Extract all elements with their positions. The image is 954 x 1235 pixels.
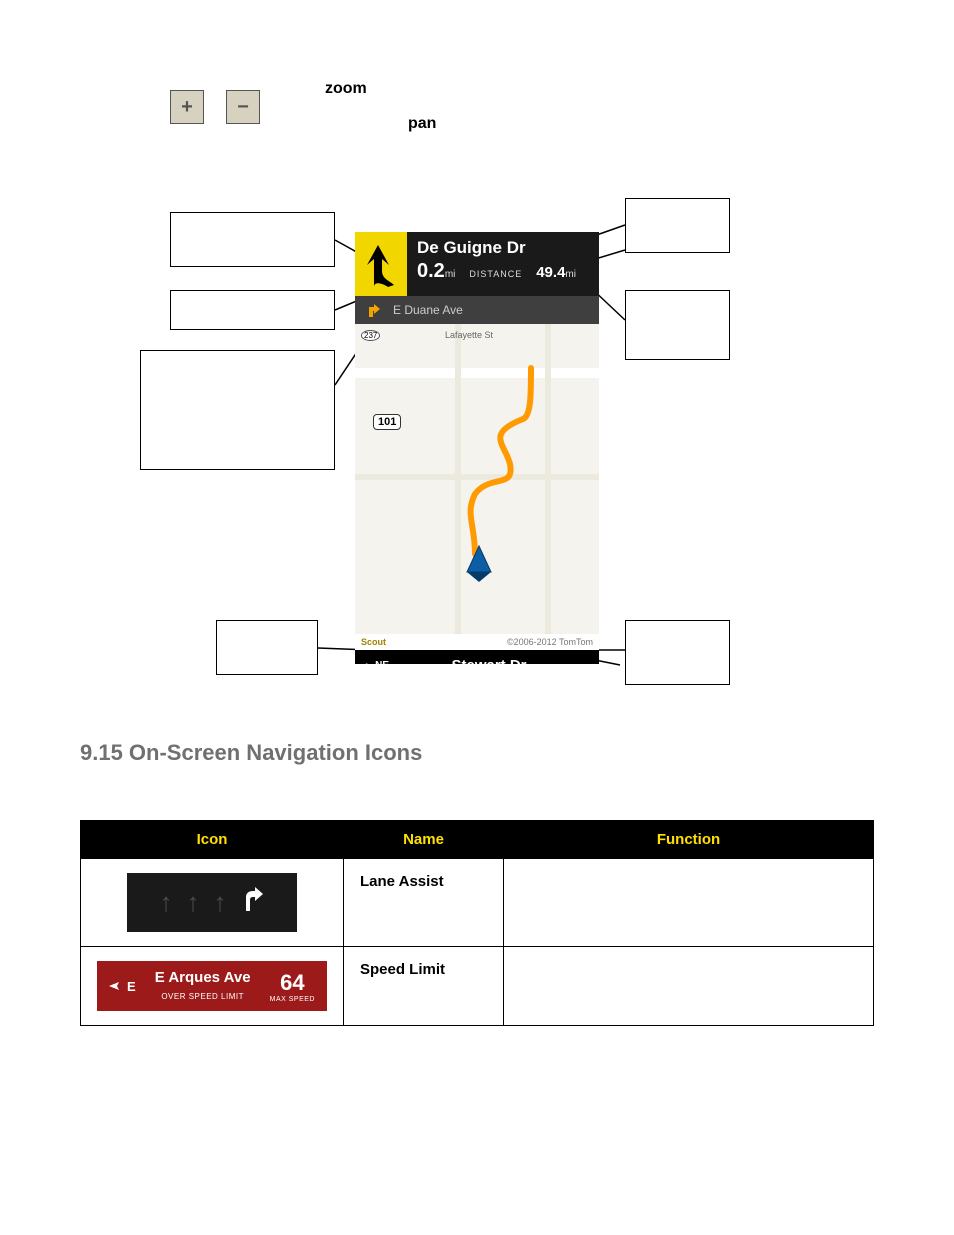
callout-box	[625, 198, 730, 253]
primary-distance-value: 0.2	[417, 260, 445, 282]
zoom-out-button[interactable]: −	[226, 90, 260, 124]
zoom-in-button[interactable]: +	[170, 90, 204, 124]
lane-arrow-dim-icon: ↑	[160, 887, 173, 918]
col-icon: Icon	[81, 821, 344, 859]
row-function	[504, 947, 874, 1026]
col-function: Function	[504, 821, 874, 859]
row-function	[504, 859, 874, 947]
row-name: Speed Limit	[344, 947, 504, 1026]
speed-limit-icon: E E Arques Ave OVER SPEED LIMIT 64 MAX S…	[97, 961, 327, 1011]
route-line	[355, 324, 599, 634]
icon-table: Icon Name Function ↑ ↑ ↑ Lane Assis	[80, 820, 874, 1026]
primary-distance-unit: mi	[445, 269, 456, 280]
next-turn-panel: E Duane Ave	[355, 296, 599, 324]
turn-text: De Guigne Dr 0.2mi DISTANCE 49.4mi	[407, 232, 599, 296]
footer-bar: NE Stewart Dr	[355, 650, 599, 664]
total-distance-label: DISTANCE	[469, 269, 522, 279]
total-distance-unit: mi	[565, 269, 576, 280]
callout-box	[625, 620, 730, 685]
table-row: E E Arques Ave OVER SPEED LIMIT 64 MAX S…	[81, 947, 874, 1026]
table-row: ↑ ↑ ↑ Lane Assist	[81, 859, 874, 947]
turn-icon	[355, 232, 407, 296]
col-name: Name	[344, 821, 504, 859]
row-name: Lane Assist	[344, 859, 504, 947]
lane-arrow-active-icon	[241, 887, 265, 918]
callout-box	[170, 212, 335, 267]
turn-panel: De Guigne Dr 0.2mi DISTANCE 49.4mi	[355, 232, 599, 296]
brand-name: Scout	[361, 637, 386, 647]
compass-direction: NE	[375, 660, 389, 665]
speed-value-sub: MAX SPEED	[270, 996, 315, 1003]
map-copyright: ©2006-2012 TomTom	[507, 637, 593, 647]
lane-assist-icon: ↑ ↑ ↑	[127, 873, 297, 932]
brand-row: Scout ©2006-2012 TomTom	[355, 634, 599, 650]
map-area[interactable]: 101 Lafayette St 237	[355, 324, 599, 634]
speed-sub: OVER SPEED LIMIT	[161, 992, 244, 1001]
callout-box	[170, 290, 335, 330]
compass-icon: NE	[365, 659, 389, 664]
street-label-lafayette: Lafayette St	[445, 330, 493, 340]
speed-street: E Arques Ave	[155, 969, 251, 986]
zoom-controls: + −	[170, 90, 282, 124]
callout-box	[625, 290, 730, 360]
next-street: E Duane Ave	[393, 303, 463, 317]
speed-value: 64	[280, 970, 304, 995]
hwy-badge-101: 101	[373, 414, 401, 430]
speed-direction-letter: E	[127, 979, 136, 994]
current-street: Stewart Dr	[389, 657, 589, 665]
section-heading: 9.15 On-Screen Navigation Icons	[80, 740, 422, 766]
primary-street: De Guigne Dr	[417, 238, 589, 258]
lane-arrow-dim-icon: ↑	[187, 887, 200, 918]
pan-label: pan	[408, 115, 436, 133]
navigation-screenshot: De Guigne Dr 0.2mi DISTANCE 49.4mi E Dua…	[355, 232, 599, 664]
zoom-label: zoom	[325, 80, 367, 98]
next-turn-icon	[365, 301, 381, 320]
callout-box	[216, 620, 318, 675]
speed-direction: E	[109, 979, 136, 994]
lane-arrow-dim-icon: ↑	[214, 887, 227, 918]
callout-box	[140, 350, 335, 470]
total-distance-value: 49.4	[536, 264, 565, 281]
